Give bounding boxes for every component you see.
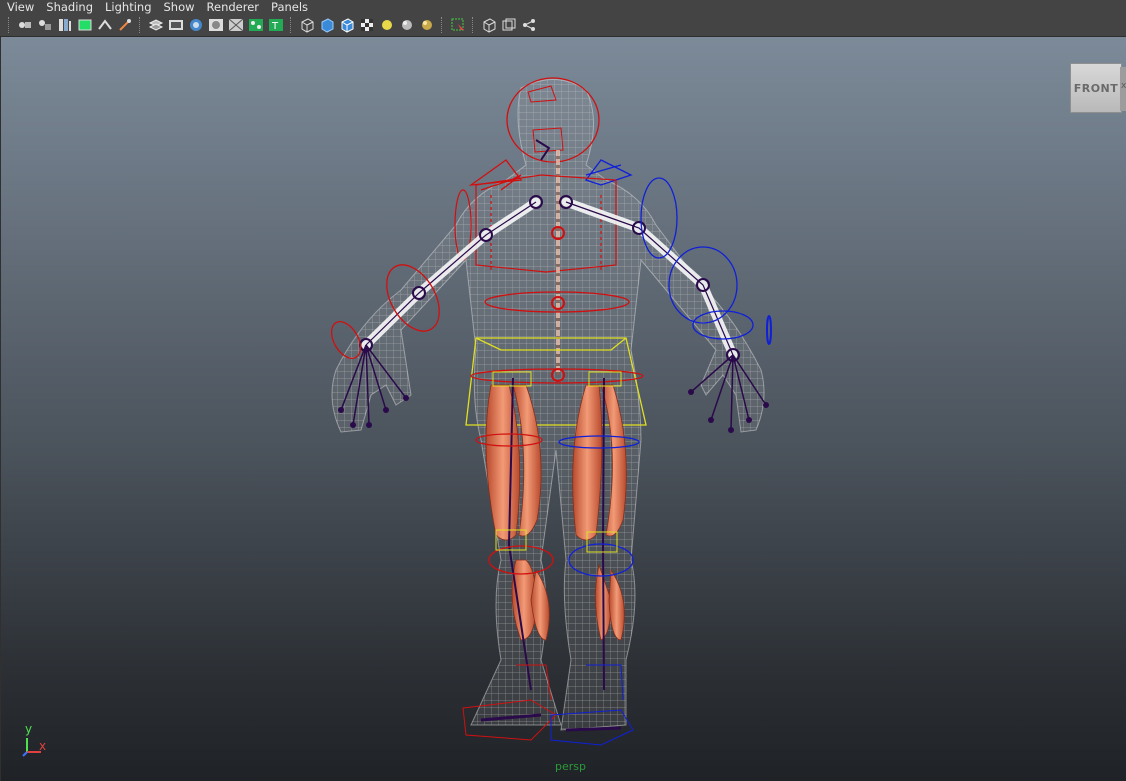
textured-icon[interactable] — [358, 16, 376, 34]
xray-active-components-icon[interactable] — [500, 16, 518, 34]
axis-indicator: y x — [15, 722, 55, 762]
wireframe-icon[interactable] — [298, 16, 316, 34]
toolbar-separator — [472, 17, 475, 33]
character-rig-scene[interactable] — [1, 37, 1126, 781]
camera-attributes-icon[interactable] — [36, 16, 54, 34]
svg-text:T: T — [271, 21, 279, 32]
view-cube-side[interactable]: x — [1120, 67, 1126, 111]
safe-action-icon[interactable] — [247, 16, 265, 34]
2d-pan-zoom-icon[interactable] — [96, 16, 114, 34]
image-plane-icon[interactable] — [76, 16, 94, 34]
toolbar-separator — [441, 17, 444, 33]
menu-show[interactable]: Show — [158, 0, 201, 14]
axis-x-label: x — [39, 739, 47, 753]
film-gate-icon[interactable] — [167, 16, 185, 34]
view-cube-face-label: FRONT — [1073, 81, 1119, 95]
view-cube-front-face[interactable]: FRONT — [1070, 63, 1122, 113]
smooth-shade-icon[interactable] — [318, 16, 336, 34]
view-cube[interactable]: FRONT x — [1067, 63, 1126, 113]
gate-mask-icon[interactable] — [207, 16, 225, 34]
menu-panels[interactable]: Panels — [265, 0, 314, 14]
toolbar-separator — [8, 17, 11, 33]
wireframe-on-shaded-icon[interactable] — [338, 16, 356, 34]
safe-title-icon[interactable]: T — [267, 16, 285, 34]
use-all-lights-icon[interactable] — [378, 16, 396, 34]
field-chart-icon[interactable] — [227, 16, 245, 34]
maya-viewport-window: View Shading Lighting Show Renderer Pane… — [0, 0, 1126, 781]
grid-icon[interactable] — [147, 16, 165, 34]
resolution-gate-icon[interactable] — [187, 16, 205, 34]
menu-lighting[interactable]: Lighting — [99, 0, 157, 14]
axis-gizmo-icon — [22, 738, 41, 757]
bookmarks-icon[interactable] — [56, 16, 74, 34]
toolbar-separator — [139, 17, 142, 33]
perspective-viewport[interactable]: FRONT x y x persp — [0, 37, 1126, 781]
view-cube-side-label: x — [1121, 81, 1126, 91]
panel-toolbar: T — [0, 14, 1126, 37]
panel-menu-bar: View Shading Lighting Show Renderer Pane… — [0, 0, 1126, 14]
menu-view[interactable]: View — [0, 0, 40, 14]
toolbar-separator — [290, 17, 293, 33]
menu-renderer[interactable]: Renderer — [201, 0, 266, 14]
isolate-select-icon[interactable] — [449, 16, 467, 34]
xray-icon[interactable] — [480, 16, 498, 34]
ambient-occlusion-icon[interactable] — [418, 16, 436, 34]
xray-joints-icon[interactable] — [520, 16, 538, 34]
menu-shading[interactable]: Shading — [40, 0, 99, 14]
grease-pencil-icon[interactable] — [116, 16, 134, 34]
camera-name-label: persp — [555, 760, 586, 773]
axis-y-label: y — [25, 722, 33, 736]
shadows-icon[interactable] — [398, 16, 416, 34]
select-camera-icon[interactable] — [16, 16, 34, 34]
